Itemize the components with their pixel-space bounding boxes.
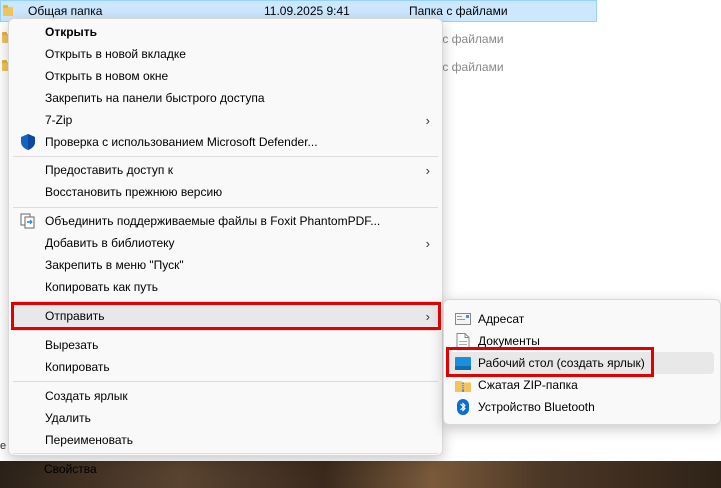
file-date: 11.09.2025 9:41: [264, 4, 350, 18]
file-name: Общая папка: [28, 4, 103, 18]
menu-item-share-with[interactable]: Предоставить доступ к ›: [13, 159, 438, 181]
send-to-submenu: Адресат Документы Рабочий стол (создать …: [443, 299, 721, 425]
file-type: Папка с файлами: [409, 4, 508, 18]
bluetooth-icon: [455, 399, 471, 415]
truncated-text: е: [0, 440, 7, 452]
menu-separator: [13, 301, 438, 302]
chevron-right-icon: ›: [425, 235, 430, 251]
context-menu: Открыть Открыть в новой вкладке Открыть …: [8, 18, 443, 456]
menu-item-pin-start[interactable]: Закрепить в меню "Пуск": [13, 254, 438, 276]
menu-separator: [13, 156, 438, 157]
menu-item-copy-as-path[interactable]: Копировать как путь: [13, 276, 438, 298]
menu-item-rename[interactable]: Переименовать: [13, 429, 438, 451]
submenu-item-documents[interactable]: Документы: [448, 330, 714, 352]
submenu-item-zip[interactable]: Сжатая ZIP-папка: [448, 374, 714, 396]
chevron-right-icon: ›: [425, 162, 430, 178]
menu-item-foxit-combine[interactable]: Объединить поддерживаемые файлы в Foxit …: [13, 210, 438, 232]
menu-item-properties[interactable]: Свойства: [12, 458, 439, 480]
menu-separator: [13, 381, 438, 382]
shield-icon: [20, 134, 36, 150]
chevron-right-icon: ›: [425, 112, 430, 128]
menu-item-add-to-library[interactable]: Добавить в библиотеку ›: [13, 232, 438, 254]
zip-folder-icon: [455, 377, 471, 393]
submenu-item-bluetooth[interactable]: Устройство Bluetooth: [448, 396, 714, 418]
menu-separator: [13, 453, 438, 454]
menu-item-7zip[interactable]: 7-Zip ›: [13, 109, 438, 131]
menu-item-defender-scan[interactable]: Проверка с использованием Microsoft Defe…: [13, 131, 438, 153]
menu-separator: [13, 207, 438, 208]
menu-item-open-new-window[interactable]: Открыть в новом окне: [13, 65, 438, 87]
chevron-right-icon: ›: [425, 308, 430, 324]
desktop-icon: [455, 355, 471, 371]
menu-item-cut[interactable]: Вырезать: [13, 334, 438, 356]
menu-item-pin-quick-access[interactable]: Закрепить на панели быстрого доступа: [13, 87, 438, 109]
menu-item-send-to[interactable]: Отправить ›: [13, 305, 438, 327]
menu-item-copy[interactable]: Копировать: [13, 356, 438, 378]
menu-item-create-shortcut[interactable]: Создать ярлык: [13, 385, 438, 407]
submenu-item-mail-recipient[interactable]: Адресат: [448, 308, 714, 330]
documents-icon: [455, 333, 471, 349]
submenu-item-desktop-shortcut[interactable]: Рабочий стол (создать ярлык): [448, 352, 714, 374]
mail-recipient-icon: [455, 311, 471, 327]
menu-item-delete[interactable]: Удалить: [13, 407, 438, 429]
folder-icon: [3, 5, 13, 16]
menu-item-restore-version[interactable]: Восстановить прежнюю версию: [13, 181, 438, 203]
menu-separator: [13, 330, 438, 331]
menu-item-open-new-tab[interactable]: Открыть в новой вкладке: [13, 43, 438, 65]
menu-item-open[interactable]: Открыть: [13, 21, 438, 43]
foxit-combine-icon: [20, 213, 36, 229]
